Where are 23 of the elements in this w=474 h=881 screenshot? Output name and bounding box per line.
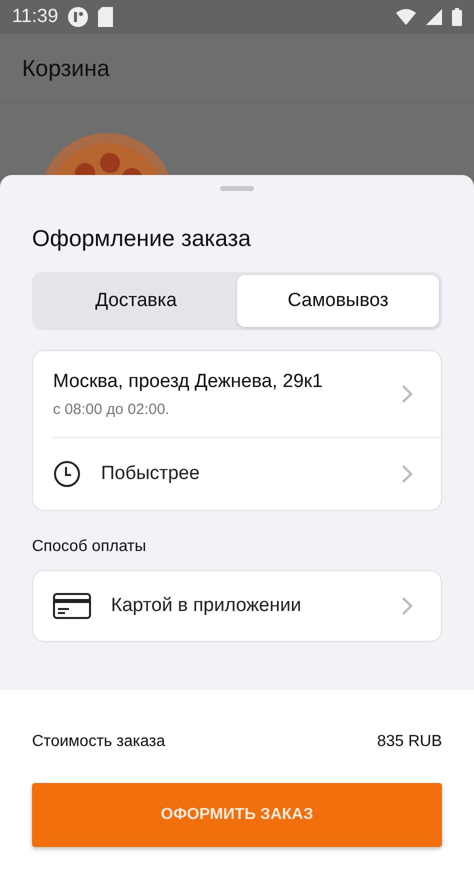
battery-icon [452,8,462,26]
status-time: 11:39 [12,6,58,28]
chevron-right-icon [401,464,413,484]
section-label: Способ оплаты [32,538,148,556]
app-notification-icon [68,7,88,27]
delivery-tab[interactable]: Доставка [35,275,237,327]
clock-icon [53,460,81,488]
chevron-right-icon [401,384,413,404]
hours-text: с 08:00 до 02:00. [53,400,170,418]
sd-card-icon [98,7,114,27]
sheet-title: Оформление заказа [32,225,252,252]
credit-card-icon [53,593,91,619]
signal-icon [426,9,442,25]
delivery-tab[interactable]: Самовывоз [237,275,439,327]
total-label: Стоимость заказа [32,733,166,751]
chevron-right-icon [401,596,413,616]
wifi-icon [396,9,416,25]
address-text[interactable]: Москва, проезд Дежнева, 29к1 [53,370,381,392]
page-title: Корзина [22,54,110,82]
drag-handle[interactable] [220,186,254,191]
total-value: 835 RUB [377,733,442,751]
payment-option[interactable]: Картой в приложении [111,595,381,617]
time-option[interactable]: Побыстрее [101,463,381,485]
